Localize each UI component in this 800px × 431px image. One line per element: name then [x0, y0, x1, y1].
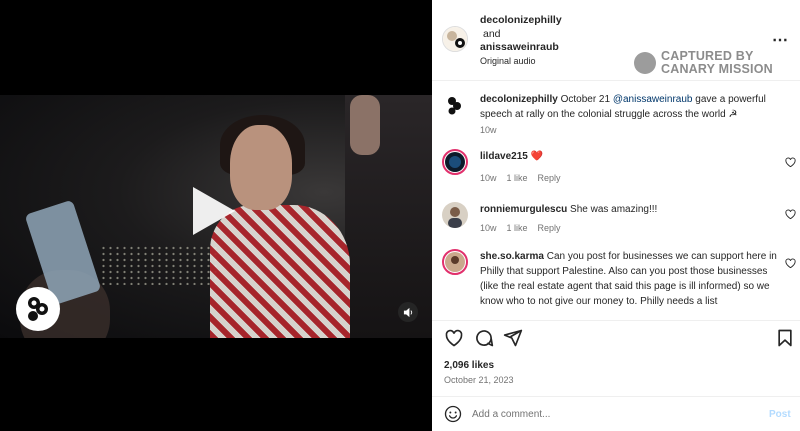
collab-avatar[interactable] [442, 26, 468, 52]
comment-username[interactable]: lildave215 [480, 151, 528, 162]
add-comment-bar: Post [432, 396, 800, 431]
raised-arm [350, 95, 380, 155]
avatar-icon [443, 27, 467, 51]
comment-username[interactable]: she.so.karma [480, 251, 544, 262]
share-icon[interactable] [503, 328, 523, 348]
comment-time: 10w [480, 223, 497, 233]
logo-icon [28, 297, 48, 321]
like-comment-icon[interactable] [785, 157, 796, 168]
comment-icon[interactable] [474, 328, 494, 348]
comment-username[interactable]: ronniemurgulescu [480, 204, 567, 215]
avatar-icon [445, 252, 465, 272]
canary-icon [634, 52, 656, 74]
caption-date: October 21 [560, 94, 611, 105]
like-comment-icon[interactable] [785, 209, 796, 220]
play-icon[interactable] [193, 187, 235, 235]
speaker-face [230, 125, 292, 210]
comment-avatar[interactable] [442, 202, 468, 228]
comment-likes[interactable]: 1 like [507, 223, 528, 233]
like-comment-icon[interactable] [785, 258, 796, 269]
header-and: and [483, 28, 501, 40]
caption: decolonizephilly October 21 @anissaweinr… [442, 92, 792, 137]
likes-count[interactable]: 2,096 likes [444, 360, 494, 371]
comment-text: She was amazing!!! [570, 204, 658, 215]
original-audio-link[interactable]: Original audio [480, 56, 536, 66]
mute-button[interactable] [398, 302, 418, 322]
speaker-icon [403, 307, 412, 317]
video-player[interactable] [0, 95, 432, 338]
like-icon[interactable] [444, 328, 464, 348]
reply-button[interactable]: Reply [538, 173, 561, 183]
comment-input[interactable] [472, 405, 752, 423]
header-username-2[interactable]: anissaweinraub [480, 41, 559, 53]
post-header: decolonizephilly and anissaweinraub Orig… [432, 0, 800, 81]
heart-emoji: ❤️ [530, 151, 544, 162]
comment-item: ronniemurgulescu She was amazing!!! 10w … [442, 202, 796, 240]
caption-username[interactable]: decolonizephilly [480, 94, 558, 105]
canary-mission-watermark: CAPTURED BY CANARY MISSION [634, 50, 773, 76]
comment-item: she.so.karma Can you post for businesses… [442, 249, 796, 320]
caption-mention[interactable]: @anissaweinraub [613, 94, 693, 105]
post-date: October 21, 2023 [444, 375, 514, 385]
comment-avatar[interactable] [442, 149, 468, 175]
caption-trailing: ☭ [728, 109, 738, 120]
post-button[interactable]: Post [769, 409, 791, 420]
more-options-icon[interactable]: ⋯ [772, 30, 789, 50]
comments-list: decolonizephilly October 21 @anissaweinr… [432, 82, 800, 320]
avatar-icon [445, 152, 465, 172]
save-bookmark-icon[interactable] [775, 328, 795, 348]
comment-likes[interactable]: 1 like [507, 173, 528, 183]
media-pane [0, 0, 432, 431]
comment-time: 10w [480, 173, 497, 183]
emoji-icon[interactable] [444, 405, 462, 423]
caption-avatar[interactable] [442, 92, 468, 118]
caption-time: 10w [480, 125, 497, 135]
decolonize-philly-logo [16, 287, 60, 331]
post-side-panel: decolonizephilly and anissaweinraub Orig… [432, 0, 800, 431]
post-actions: 2,096 likes October 21, 2023 [432, 320, 800, 390]
instagram-post-view: decolonizephilly and anissaweinraub Orig… [0, 0, 800, 431]
header-username-1[interactable]: decolonizephilly [480, 14, 562, 26]
watermark-line-2: CANARY MISSION [661, 62, 773, 76]
reply-button[interactable]: Reply [538, 223, 561, 233]
avatar-icon [442, 92, 468, 118]
avatar-icon [442, 202, 468, 228]
comment-item: lildave215 ❤️ 10w 1 like Reply [442, 149, 796, 187]
comment-avatar[interactable] [442, 249, 468, 275]
